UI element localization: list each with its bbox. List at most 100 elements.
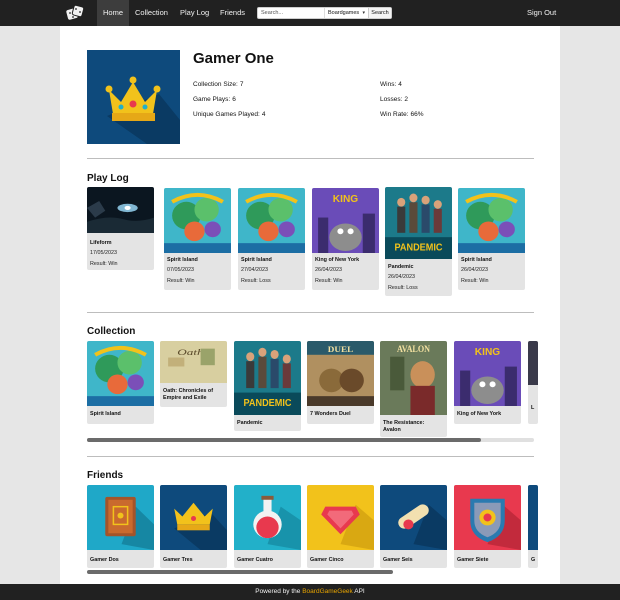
play-log-card[interactable]: Spirit Island 26/04/2023 Result: Win <box>458 188 525 290</box>
game-name: Spirit Island <box>90 411 121 417</box>
collection-card[interactable]: DUEL 7 Wonders Duel <box>307 341 374 424</box>
game-cover-image: KING <box>312 188 379 253</box>
footer-suffix: API <box>352 588 365 595</box>
game-cover-image: KING <box>454 341 521 406</box>
game-name: King of New York <box>457 411 502 417</box>
book-icon <box>87 485 154 550</box>
stat-wins: Wins: 4 <box>380 81 402 88</box>
nav-home[interactable]: Home <box>97 0 130 26</box>
collection-card[interactable]: PANDEMIC Pandemic <box>234 341 301 431</box>
play-result: Result: Win <box>90 261 118 267</box>
friend-card[interactable]: Gamer Cuatro <box>234 485 301 568</box>
game-cover-image: AVALON <box>380 341 447 415</box>
play-result: Result: Win <box>315 278 343 284</box>
svg-text:PANDEMIC: PANDEMIC <box>395 242 443 253</box>
friend-name: Gamer Cuatro <box>237 557 273 563</box>
game-name: Pandemic <box>388 264 414 270</box>
game-name: L <box>531 405 535 411</box>
collection-card[interactable]: Spirit Island <box>87 341 154 424</box>
stat-game-plays: Game Plays: 6 <box>193 96 236 103</box>
collection-card[interactable]: AVALON The Resistance: Avalon <box>380 341 447 437</box>
friend-card[interactable]: Gamer Siete <box>454 485 521 568</box>
footer-prefix: Powered by the <box>255 588 303 595</box>
friend-name: G <box>531 557 536 563</box>
game-name: Spirit Island <box>461 257 492 263</box>
friends-scrollbar[interactable] <box>87 570 393 574</box>
collection-card[interactable]: Oath Oath: Chronicles of Empire and Exil… <box>160 341 227 407</box>
sign-out-link[interactable]: Sign Out <box>521 0 562 26</box>
shield-icon <box>454 485 521 550</box>
nav-collection[interactable]: Collection <box>129 0 174 26</box>
game-cover-image: Oath <box>160 341 227 383</box>
chevron-down-icon: ▾ <box>362 10 365 16</box>
profile-name: Gamer One <box>193 50 274 67</box>
game-cover-image <box>87 341 154 406</box>
play-date: 26/04/2023 <box>388 274 415 280</box>
game-cover-image <box>164 188 231 253</box>
play-date: 26/04/2023 <box>315 267 342 273</box>
bgg-link[interactable]: BoardGameGeek <box>302 588 353 595</box>
play-date: 26/04/2023 <box>461 267 488 273</box>
friend-avatar <box>528 485 538 550</box>
friend-card[interactable]: Gamer Dos <box>87 485 154 568</box>
section-divider <box>87 312 534 313</box>
play-date: 27/04/2023 <box>241 267 268 273</box>
profile-avatar <box>87 50 180 144</box>
play-date: 07/05/2023 <box>167 267 194 273</box>
game-cover-image: DUEL <box>307 341 374 406</box>
game-cover-image <box>458 188 525 253</box>
play-log-card[interactable]: PANDEMIC Pandemic 26/04/2023 Result: Loss <box>385 187 452 296</box>
stat-unique-games: Unique Games Played: 4 <box>193 111 266 118</box>
game-name: Lifeform <box>90 240 112 246</box>
play-result: Result: Win <box>167 278 195 284</box>
friends-heading: Friends <box>87 470 124 481</box>
friend-card[interactable]: G <box>528 485 538 568</box>
main-content: Gamer One Collection Size: 7 Game Plays: 6… <box>60 26 560 584</box>
game-cover-image <box>87 187 154 233</box>
play-log-heading: Play Log <box>87 173 129 184</box>
crown-icon <box>105 76 180 144</box>
friend-name: Gamer Siete <box>457 557 489 563</box>
friend-name: Gamer Cinco <box>310 557 344 563</box>
game-cover-image <box>528 341 538 385</box>
friend-card[interactable]: Gamer Seis <box>380 485 447 568</box>
game-cover-image <box>238 188 305 253</box>
nav-friends[interactable]: Friends <box>214 0 251 26</box>
stat-collection-size: Collection Size: 7 <box>193 81 244 88</box>
game-name: The Resistance: Avalon <box>383 420 425 433</box>
play-log-card[interactable]: Lifeform 17/05/2023 Result: Win <box>87 187 154 270</box>
section-divider <box>87 456 534 457</box>
search-type-select[interactable]: Boardgames ▾ <box>324 8 368 18</box>
game-name: Spirit Island <box>167 257 198 263</box>
search-button[interactable]: Search <box>368 8 391 18</box>
friend-card[interactable]: Gamer Tres <box>160 485 227 568</box>
game-name: 7 Wonders Duel <box>310 411 351 417</box>
nav-play-log[interactable]: Play Log <box>174 0 215 26</box>
stat-win-rate: Win Rate: 66% <box>380 111 424 118</box>
play-date: 17/05/2023 <box>90 250 117 256</box>
collection-card[interactable]: KING King of New York <box>454 341 521 424</box>
svg-text:KING: KING <box>333 194 359 205</box>
crown-icon <box>160 485 227 550</box>
gem-icon <box>307 485 374 550</box>
dice-logo-icon[interactable] <box>66 4 84 22</box>
svg-text:DUEL: DUEL <box>328 344 353 354</box>
friend-name: Gamer Dos <box>90 557 119 563</box>
search-input[interactable] <box>260 8 322 18</box>
play-result: Result: Win <box>461 278 489 284</box>
collection-heading: Collection <box>87 326 136 337</box>
friend-name: Gamer Seis <box>383 557 413 563</box>
scroll-icon <box>380 485 447 550</box>
friend-card[interactable]: Gamer Cinco <box>307 485 374 568</box>
game-name: Oath: Chronicles of Empire and Exile <box>163 388 214 401</box>
game-name: Spirit Island <box>241 257 272 263</box>
play-log-card[interactable]: Spirit Island 07/05/2023 Result: Win <box>164 188 231 290</box>
friend-name: Gamer Tres <box>163 557 193 563</box>
footer: Powered by the BoardGameGeek API <box>0 584 620 600</box>
play-log-card[interactable]: Spirit Island 27/04/2023 Result: Loss <box>238 188 305 290</box>
collection-scrollbar[interactable] <box>87 438 481 442</box>
svg-text:KING: KING <box>475 347 501 358</box>
play-log-card[interactable]: KING King of New York 26/04/2023 Result: W… <box>312 188 379 290</box>
collection-card[interactable]: L <box>528 341 538 424</box>
game-cover-image: PANDEMIC <box>385 187 452 259</box>
